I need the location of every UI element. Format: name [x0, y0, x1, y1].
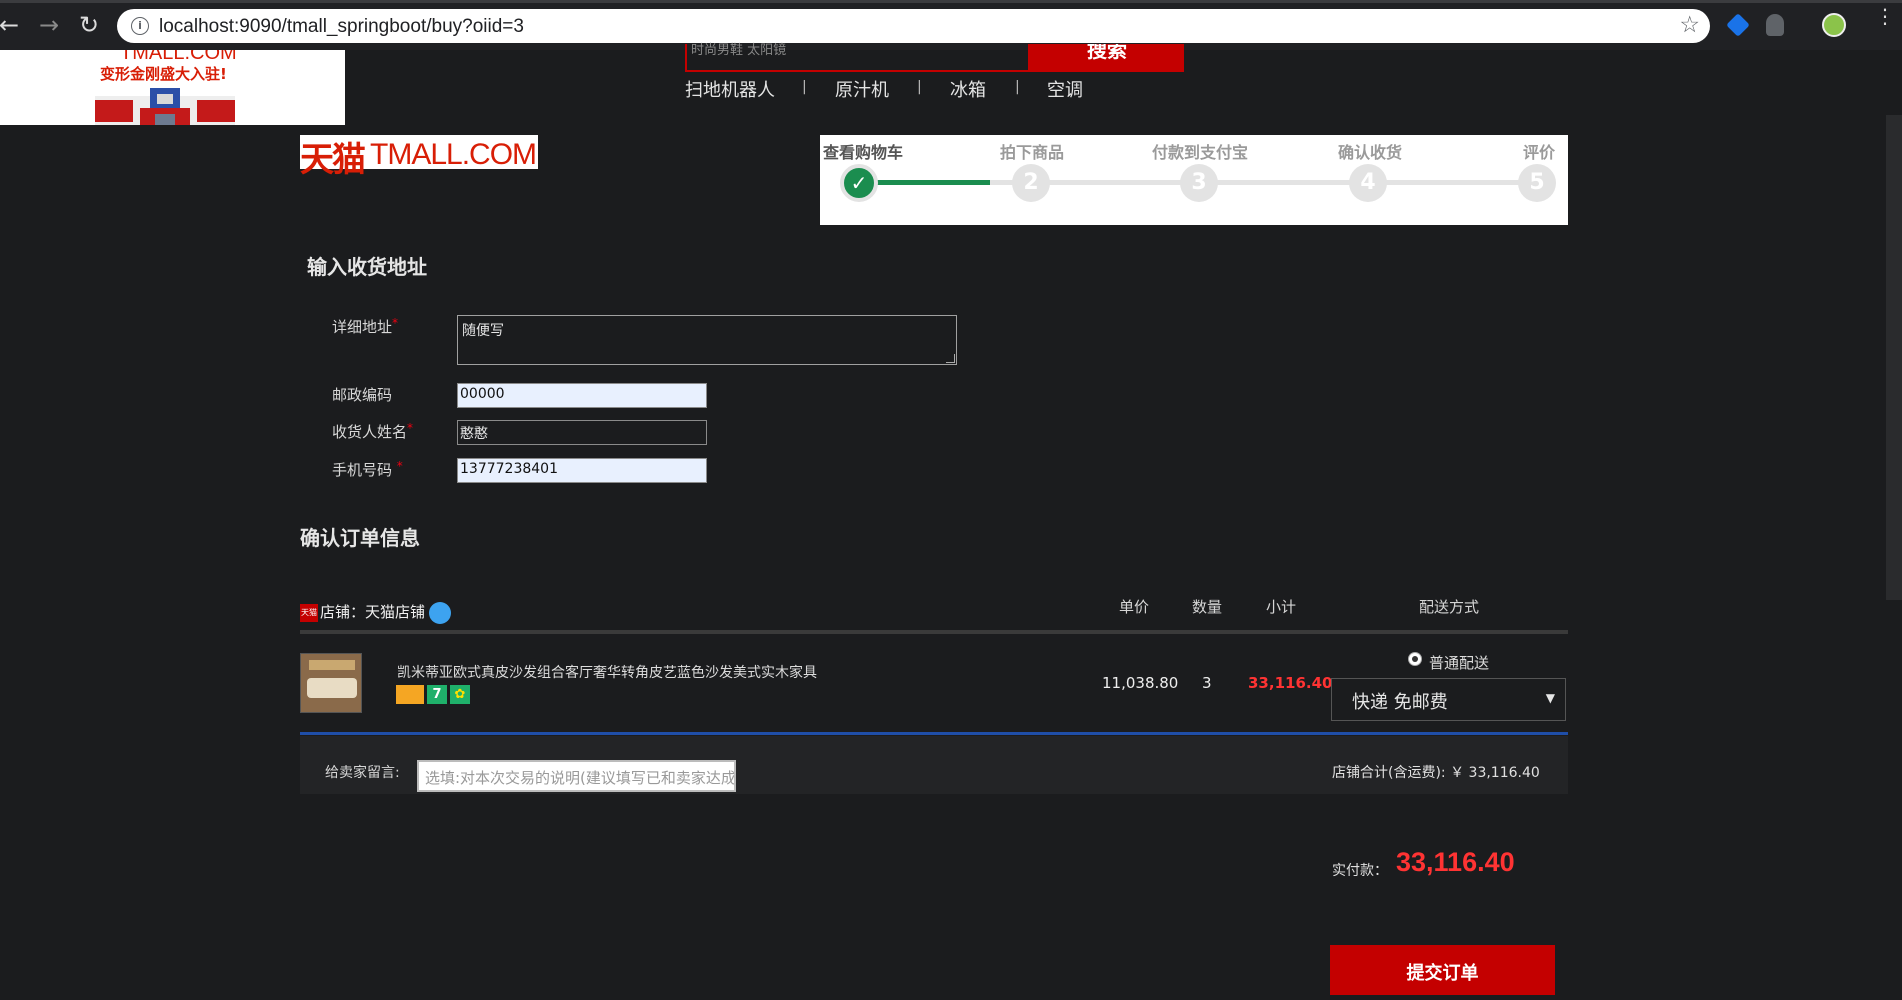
address-bar[interactable]: i localhost:9090/tmall_springboot/buy?oi…: [117, 9, 1710, 43]
required-mark: *: [392, 316, 399, 330]
col-quantity: 数量: [1192, 598, 1223, 616]
step-label-3: 付款到支付宝: [1152, 143, 1249, 162]
item-divider: [300, 732, 1568, 735]
submit-order-button[interactable]: 提交订单: [1330, 945, 1555, 995]
col-unit-price: 单价: [1119, 598, 1150, 616]
logo-en: TMALL.COM: [370, 138, 537, 171]
detail-address-textarea[interactable]: 随便写: [457, 315, 957, 365]
tab-strip-edge: [0, 0, 1902, 3]
dropdown-caret-icon: ▼: [1545, 691, 1555, 705]
extension-diamond-icon[interactable]: [1726, 13, 1750, 37]
normal-delivery-label[interactable]: 普通配送: [1429, 652, 1489, 673]
page-scrollbar[interactable]: [1886, 115, 1902, 600]
shop-total: 店铺合计(含运费): ￥ 33,116.40: [1332, 765, 1540, 781]
logo-cn: 天猫: [300, 140, 366, 180]
seller-message-input[interactable]: 选填:对本次交易的说明(建议填写已和卖家达成一致的说明): [417, 760, 736, 792]
tmall-logo[interactable]: 天猫 TMALL.COM: [300, 135, 538, 180]
required-mark: *: [396, 459, 403, 473]
search-placeholder: 时尚男鞋 太阳镜: [691, 43, 787, 58]
back-arrow-icon[interactable]: ←: [0, 10, 24, 40]
receiver-name-label: 收货人姓名*: [332, 421, 414, 441]
product-name-link[interactable]: 凯米蒂亚欧式真皮沙发组合客厅奢华转角皮艺蓝色沙发美式实木家具: [397, 662, 817, 682]
product-badges: 7 ✿: [396, 685, 473, 704]
shop-name[interactable]: 店铺：天猫店铺: [320, 603, 425, 621]
extension-shield-icon[interactable]: [1766, 14, 1784, 36]
step-label-5: 评价: [1523, 143, 1556, 162]
promo-banner[interactable]: TMALL.COM 变形金刚盛大入驻!: [0, 50, 345, 125]
phone-input[interactable]: 13777238401: [457, 458, 707, 483]
product-thumbnail[interactable]: [300, 653, 362, 713]
seven-day-return-icon: 7: [427, 685, 447, 704]
address-section-title: 输入收货地址: [307, 255, 427, 279]
promo-slogan: 变形金刚盛大入驻!: [100, 65, 227, 83]
robot-promo-image: [95, 88, 235, 125]
required-mark: *: [407, 421, 414, 435]
menu-kebab-icon[interactable]: ⋮: [1875, 6, 1895, 26]
url-text[interactable]: localhost:9090/tmall_springboot/buy?oiid…: [159, 16, 524, 38]
step-circle-5: 5: [1518, 164, 1556, 202]
credit-card-icon: [396, 685, 424, 704]
shop-header: 天猫 店铺：天猫店铺: [300, 601, 452, 624]
order-section-title: 确认订单信息: [300, 526, 420, 550]
step-circle-2: 2: [1012, 164, 1050, 202]
hot-link-robot-vacuum[interactable]: 扫地机器人: [685, 76, 775, 102]
quantity: 3: [1202, 674, 1212, 692]
wangwang-chat-icon[interactable]: [429, 601, 452, 624]
step-label-2: 拍下商品: [1000, 143, 1065, 162]
browser-toolbar: ← → ↻ i localhost:9090/tmall_springboot/…: [0, 0, 1902, 50]
seller-message-label: 给卖家留言:: [325, 765, 400, 781]
step-circle-3: 3: [1180, 164, 1218, 202]
site-info-icon[interactable]: i: [131, 17, 149, 35]
hot-link-separator: |: [917, 79, 922, 95]
hot-link-aircon[interactable]: 空调: [1047, 76, 1083, 102]
guarantee-icon: ✿: [450, 685, 470, 704]
phone-label: 手机号码 *: [332, 459, 403, 479]
hot-link-fridge[interactable]: 冰箱: [950, 76, 986, 102]
zip-code-input[interactable]: 00000: [457, 383, 707, 408]
normal-delivery-radio[interactable]: [1408, 652, 1422, 666]
step-done-check-icon: ✓: [840, 164, 878, 202]
reload-icon[interactable]: ↻: [74, 10, 104, 40]
step-circle-4: 4: [1349, 164, 1387, 202]
hot-link-separator: |: [1015, 79, 1020, 95]
step-label-4: 确认收货: [1338, 143, 1403, 162]
profile-avatar[interactable]: [1822, 13, 1846, 37]
forward-arrow-icon[interactable]: →: [34, 10, 64, 40]
step-label-1: 查看购物车: [823, 143, 904, 162]
search-button[interactable]: 搜索: [1030, 44, 1184, 72]
hot-link-juicer[interactable]: 原汁机: [835, 76, 889, 102]
pay-amount: 33,116.40: [1396, 847, 1515, 877]
item-subtotal: 33,116.40: [1248, 674, 1333, 692]
step-track-progress: [860, 180, 990, 185]
col-delivery: 配送方式: [1419, 598, 1480, 616]
pay-label: 实付款：: [1332, 863, 1388, 879]
unit-price: 11,038.80: [1102, 674, 1179, 692]
bookmark-star-icon[interactable]: ☆: [1679, 12, 1700, 38]
receiver-name-input[interactable]: 憨憨: [457, 420, 707, 445]
detail-address-label: 详细地址*: [332, 316, 399, 336]
col-subtotal: 小计: [1266, 598, 1297, 616]
hot-link-separator: |: [802, 79, 807, 95]
delivery-method-select[interactable]: 快递 免邮费 ▼: [1331, 678, 1566, 721]
resize-grip-icon[interactable]: [946, 354, 955, 363]
tmall-shop-tag: 天猫: [300, 603, 318, 622]
zip-code-label: 邮政编码: [332, 386, 393, 404]
table-header-divider: [300, 630, 1568, 634]
search-input[interactable]: 时尚男鞋 太阳镜: [685, 43, 1030, 72]
order-progress-steps: 查看购物车 拍下商品 付款到支付宝 确认收货 评价 ✓ 2 3 4 5: [820, 135, 1568, 225]
